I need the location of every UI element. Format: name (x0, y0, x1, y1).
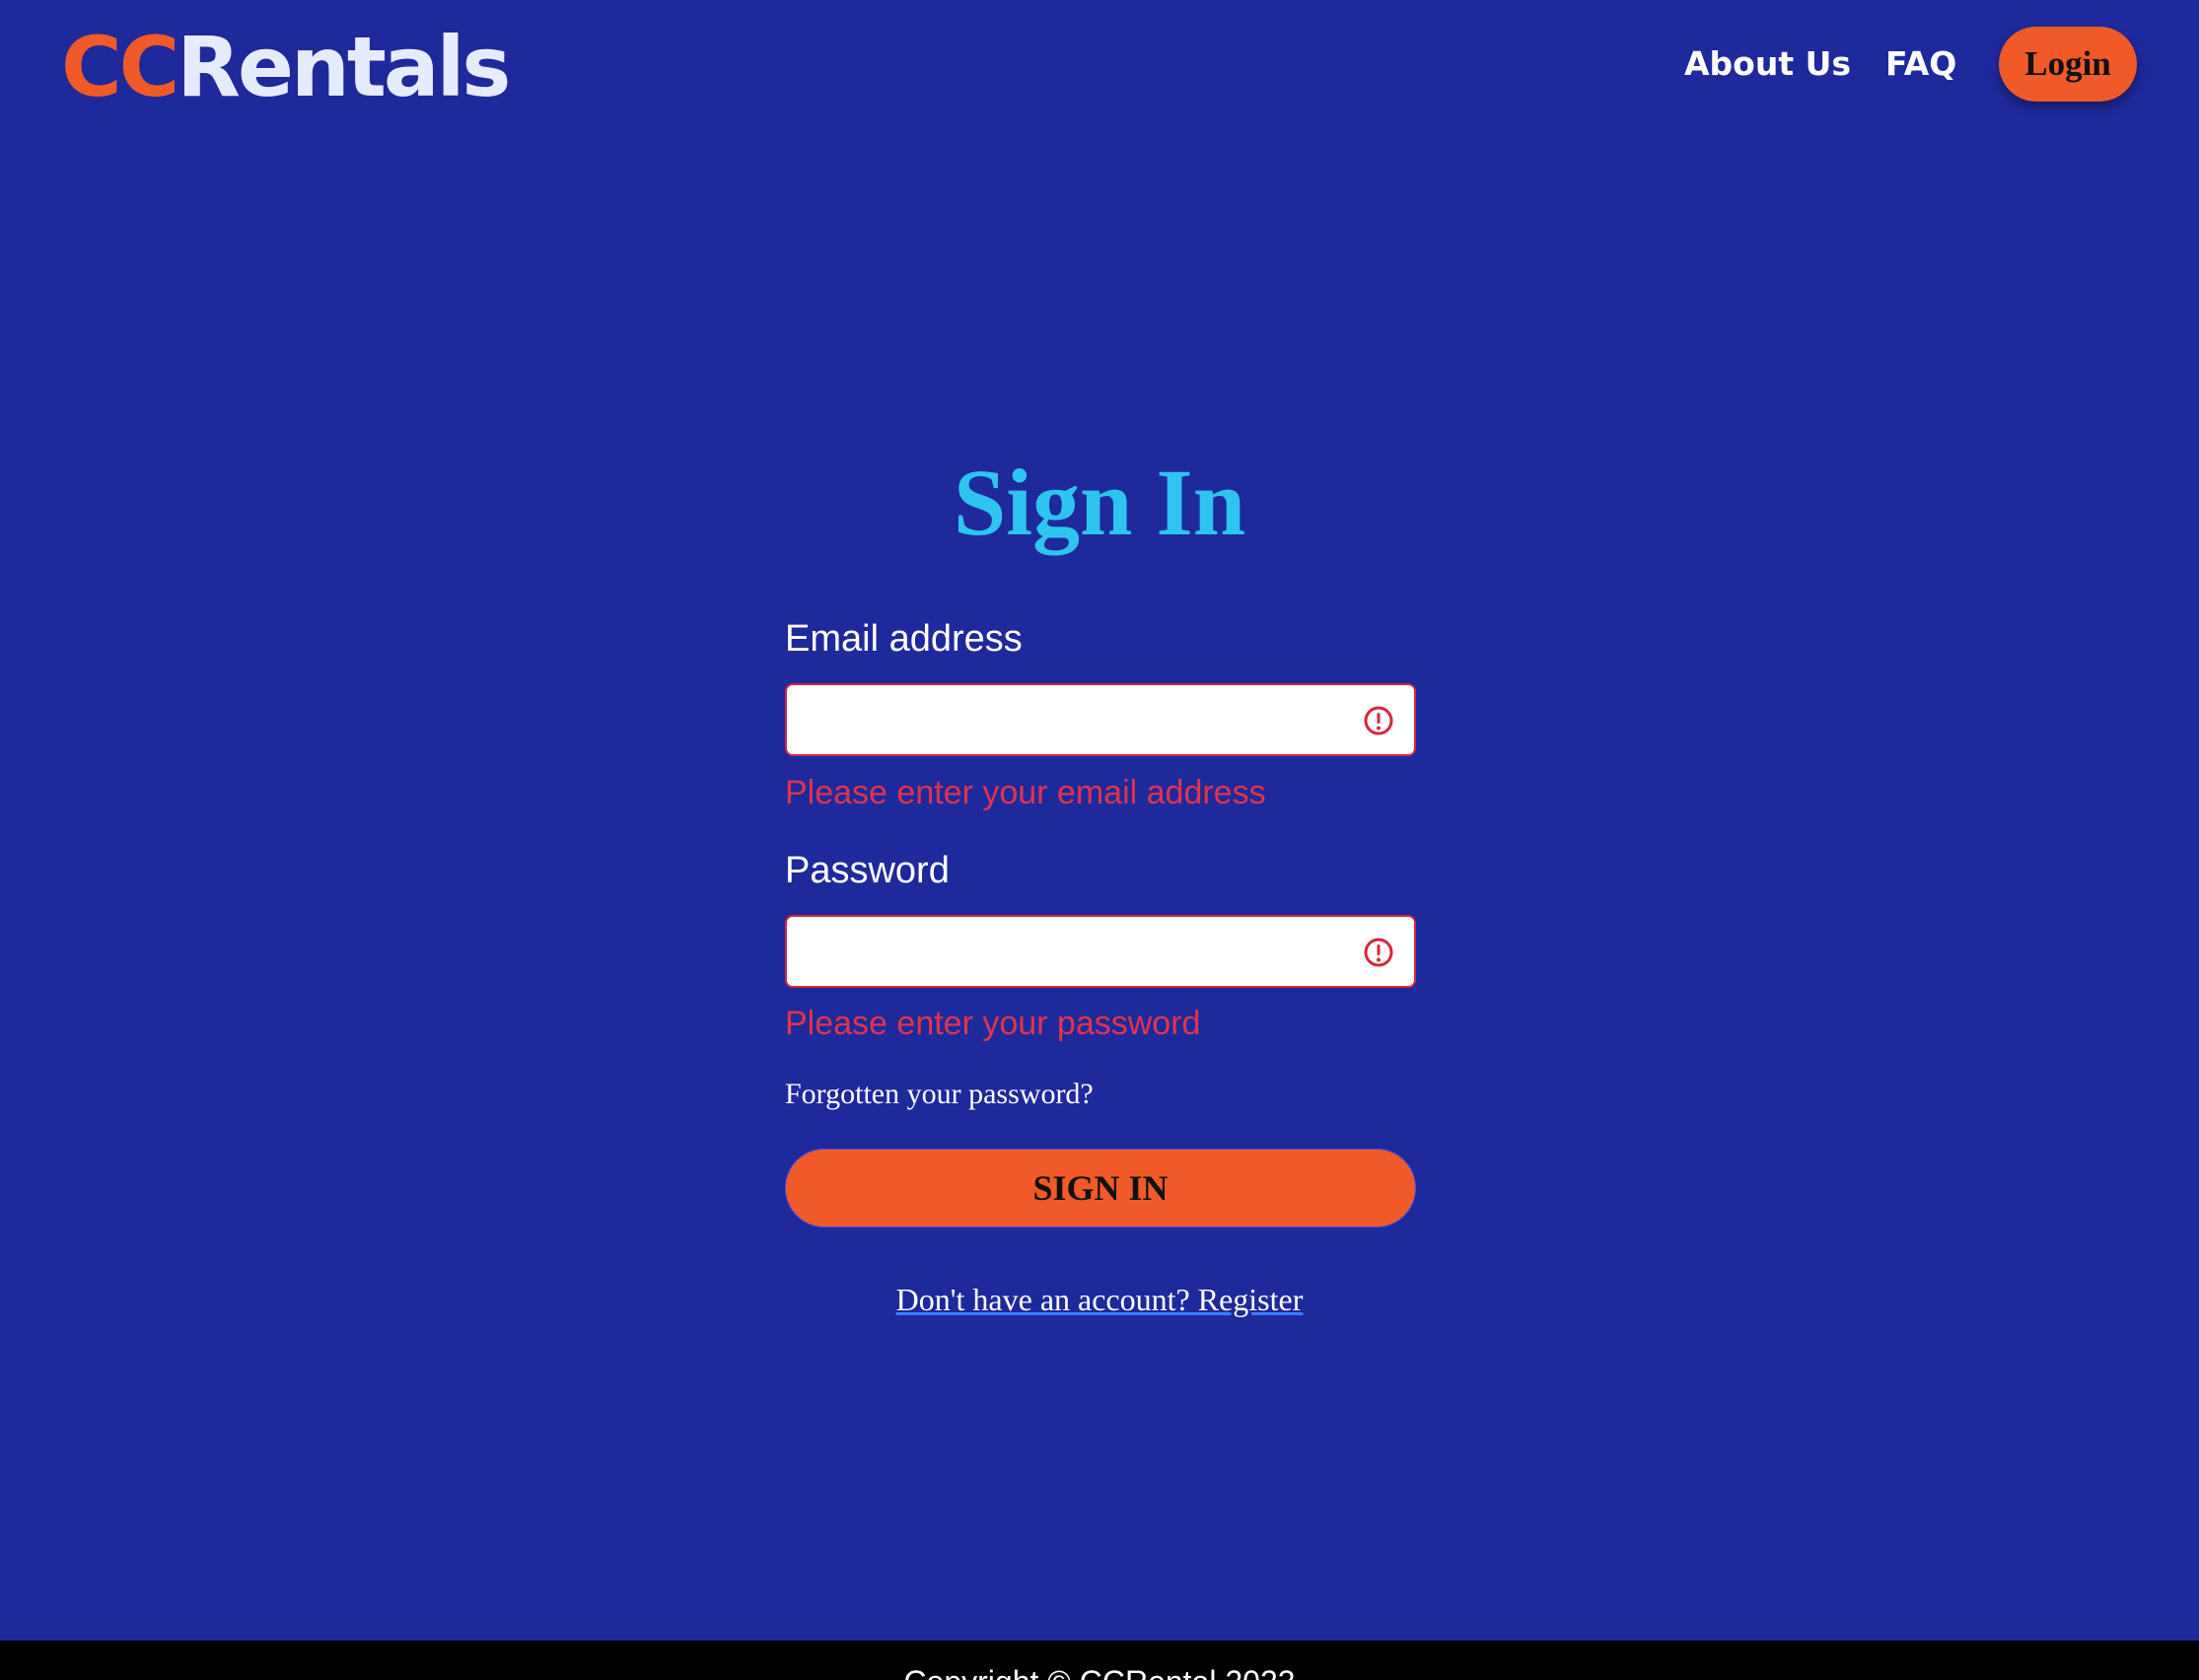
forgot-password-link[interactable]: Forgotten your password? (785, 1075, 1094, 1114)
alert-circle-icon (1364, 938, 1393, 967)
copyright-text: Copyright © CCRental 2023 (0, 1662, 2199, 1680)
site-logo[interactable]: CCRentals (61, 18, 511, 116)
register-prompt: Don't have an account? Register (0, 1278, 2199, 1321)
register-link[interactable]: Don't have an account? Register (896, 1282, 1304, 1317)
sign-in-button[interactable]: SIGN IN (785, 1149, 1416, 1227)
site-footer: Copyright © CCRental 2023 (0, 1641, 2199, 1680)
email-error-message: Please enter your email address (785, 774, 1266, 811)
page-title: Sign In (953, 450, 1246, 555)
nav-faq-link[interactable]: FAQ (1885, 39, 1956, 89)
alert-circle-icon (1364, 706, 1393, 735)
login-button[interactable]: Login (1999, 27, 2137, 102)
password-error-message: Please enter your password (785, 1005, 1201, 1042)
logo-rentals: Rentals (177, 19, 511, 115)
logo-cc: CC (61, 19, 179, 115)
email-label: Email address (785, 618, 1023, 660)
password-input[interactable] (787, 917, 1414, 986)
email-input[interactable] (787, 685, 1414, 754)
nav-about-us-link[interactable]: About Us (1684, 39, 1851, 89)
password-field-wrapper (785, 915, 1416, 988)
password-label: Password (785, 850, 950, 891)
site-header: CCRentals About Us FAQ Login (0, 0, 2199, 138)
email-field-wrapper (785, 683, 1416, 756)
